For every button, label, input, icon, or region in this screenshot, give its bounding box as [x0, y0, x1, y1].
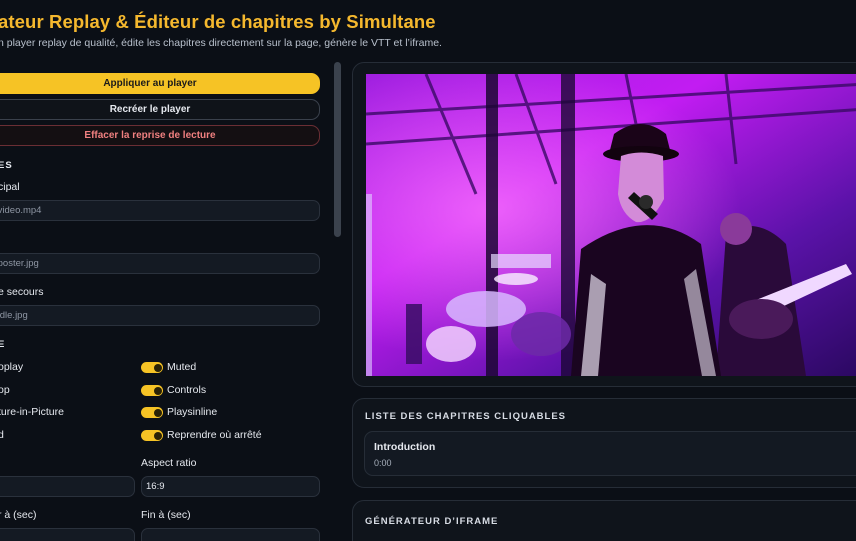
controls-toggle[interactable]	[141, 385, 163, 396]
chapter-name: Introduction	[374, 441, 436, 453]
settings-scrollbar[interactable]	[334, 62, 341, 237]
end-at-label: Fin à (sec)	[141, 509, 191, 521]
controls-toggle-label: Controls	[167, 384, 207, 396]
app-page: ateur Replay & Éditeur de chapitres by S…	[0, 0, 856, 541]
sources-section-label: ES	[0, 160, 13, 171]
left-field-input[interactable]	[0, 476, 135, 497]
settings-panel: Appliquer au player Recréer le player Ef…	[0, 0, 345, 541]
fallback-image-input[interactable]: /idle.jpg	[0, 305, 320, 326]
end-at-input[interactable]	[141, 528, 320, 541]
aspect-ratio-input[interactable]: 16:9	[141, 476, 320, 497]
clear-resume-button[interactable]: Effacer la reprise de lecture	[0, 125, 320, 146]
playsinline-toggle-label: Playsinline	[167, 406, 218, 418]
chapter-item[interactable]: Introduction 0:00	[364, 431, 856, 476]
apply-to-player-button[interactable]: Appliquer au player	[0, 73, 320, 94]
iframe-generator-title: GÉNÉRATEUR D’IFRAME	[365, 516, 499, 527]
muted-toggle[interactable]	[141, 362, 163, 373]
fallback-image-label: e secours	[0, 286, 44, 298]
autoplay-toggle-label[interactable]: oplay	[0, 361, 23, 373]
aspect-ratio-label: Aspect ratio	[141, 457, 197, 469]
playsinline-toggle[interactable]	[141, 407, 163, 418]
loop-toggle-label[interactable]: op	[0, 384, 10, 396]
options-section-label: E	[0, 339, 6, 350]
chapter-time: 0:00	[374, 458, 392, 468]
video-player[interactable]	[366, 74, 856, 376]
start-at-input[interactable]	[0, 528, 135, 541]
main-source-input[interactable]: /video.mp4	[0, 200, 320, 221]
start-at-label: r à (sec)	[0, 509, 37, 521]
picture-in-picture-toggle-label[interactable]: ture-in-Picture	[0, 406, 64, 418]
resume-toggle[interactable]	[141, 430, 163, 441]
main-source-label: cipal	[0, 181, 20, 193]
resume-toggle-label: Reprendre où arrêté	[167, 429, 262, 441]
muted-toggle-label: Muted	[167, 361, 197, 373]
toggle-label-d[interactable]: d	[0, 429, 4, 441]
concert-video-frame	[366, 74, 856, 376]
poster-input[interactable]: /poster.jpg	[0, 253, 320, 274]
chapters-title: LISTE DES CHAPITRES CLIQUABLES	[365, 411, 567, 422]
recreate-player-button[interactable]: Recréer le player	[0, 99, 320, 120]
